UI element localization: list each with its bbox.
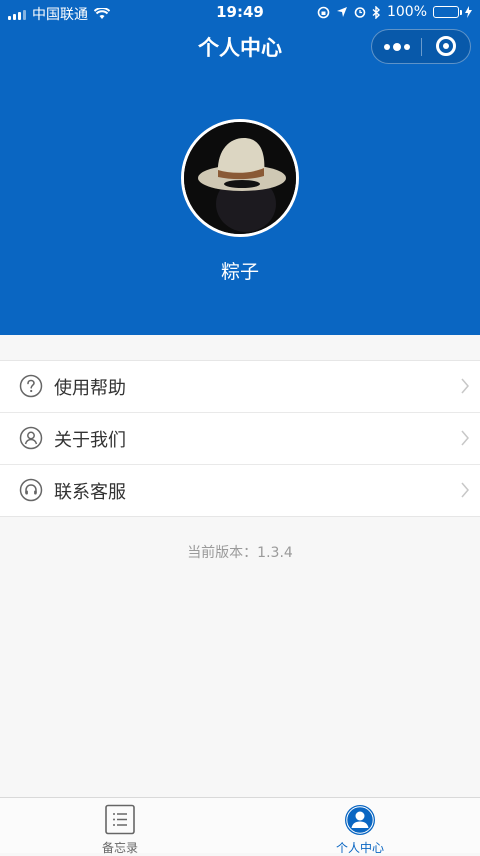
bluetooth-icon	[372, 5, 380, 19]
more-button[interactable]	[372, 30, 422, 63]
capsule-divider	[421, 38, 422, 56]
chevron-right-icon	[461, 378, 469, 394]
alarm-icon	[354, 7, 366, 18]
menu-item-label: 使用帮助	[54, 378, 126, 399]
person-icon	[345, 805, 375, 835]
headset-circle-icon	[19, 478, 43, 502]
tab-label: 个人中心	[335, 841, 384, 855]
menu-item-about[interactable]: 关于我们	[0, 413, 480, 465]
charging-bolt-icon	[465, 6, 472, 18]
battery-icon	[433, 6, 462, 18]
avatar-image	[184, 122, 296, 234]
close-mini-program-button[interactable]	[436, 36, 456, 56]
username: 粽子	[220, 261, 259, 283]
avatar[interactable]	[181, 119, 299, 237]
mini-program-capsule	[371, 29, 471, 64]
battery-percent: 100%	[386, 4, 427, 20]
location-arrow-icon	[336, 7, 347, 17]
status-right: 100%	[317, 4, 472, 20]
version-text: 当前版本：1.3.4	[187, 545, 293, 561]
question-circle-icon	[19, 374, 43, 398]
menu-item-help[interactable]: 使用帮助	[0, 361, 480, 413]
tab-notes[interactable]: 备忘录	[0, 798, 240, 855]
profile-header: 中国联通 19:49 100% 个人中心 粽子	[0, 0, 480, 335]
chevron-right-icon	[461, 430, 469, 446]
status-bar: 中国联通 19:49 100%	[0, 0, 480, 26]
user-circle-icon	[19, 426, 43, 450]
notes-list-icon	[105, 804, 135, 835]
menu-item-customer-service[interactable]: 联系客服	[0, 465, 480, 516]
settings-menu: 使用帮助 关于我们 联系客服	[0, 360, 480, 517]
chevron-right-icon	[461, 482, 469, 498]
tab-profile[interactable]: 个人中心	[240, 798, 480, 855]
tab-label: 备忘录	[101, 841, 138, 855]
menu-item-label: 联系客服	[54, 482, 126, 503]
tab-bar: 备忘录 个人中心	[0, 797, 480, 855]
menu-item-label: 关于我们	[54, 430, 126, 451]
rotation-lock-icon	[317, 6, 330, 18]
